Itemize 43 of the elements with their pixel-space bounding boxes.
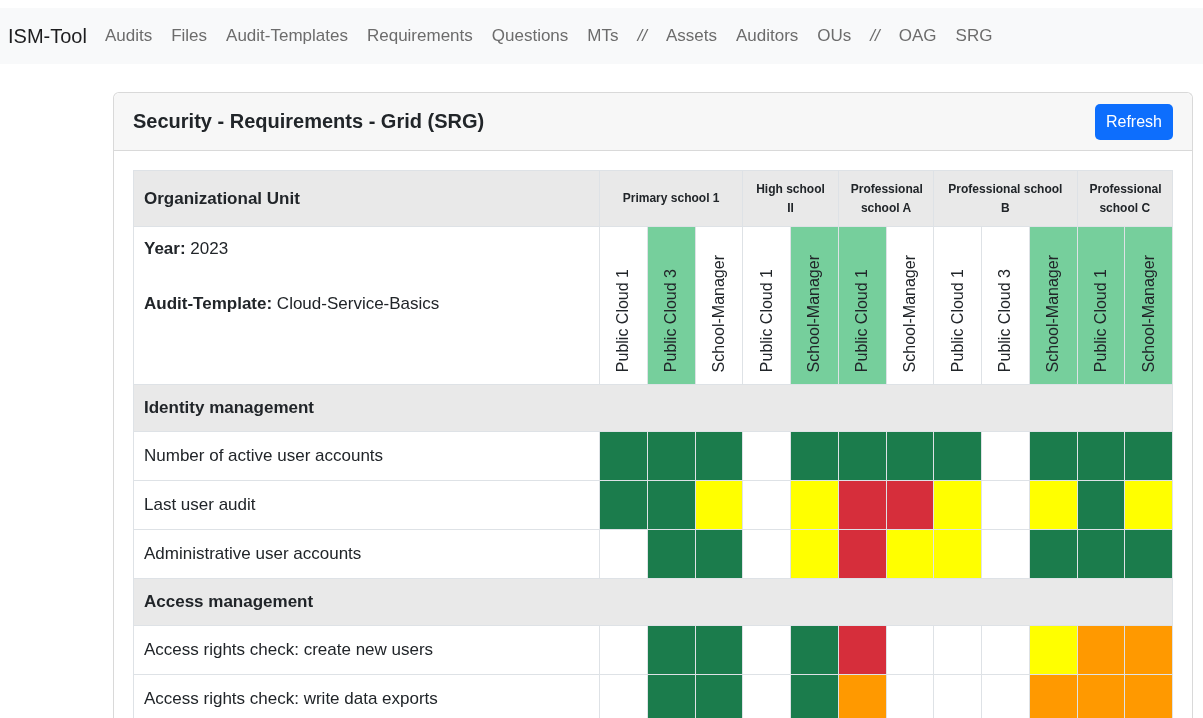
nav-link[interactable]: OAG xyxy=(898,26,937,46)
column-header-cell: Public Cloud 1 xyxy=(1077,226,1125,385)
nav-link[interactable]: Auditors xyxy=(736,26,799,46)
group-header-cell: Professional school A xyxy=(838,170,934,227)
refresh-button[interactable]: Refresh xyxy=(1094,103,1173,140)
nav-link[interactable]: Questions xyxy=(491,26,569,46)
nav-link[interactable]: Audit-Templates xyxy=(226,26,348,46)
nav-link[interactable]: OUs xyxy=(817,26,852,46)
requirement-cell: Administrative user accounts xyxy=(133,529,600,579)
nav-link[interactable]: Requirements xyxy=(366,26,473,46)
column-header-cell: Public Cloud 3 xyxy=(647,226,695,385)
info-text: Audit-Template: Cloud-Service-Basics xyxy=(144,294,441,314)
column-header-cell: Public Cloud 1 xyxy=(933,226,982,385)
group-header-cell: Primary school 1 xyxy=(599,170,743,227)
section-header-cell: Access management xyxy=(133,578,1173,626)
requirement-cell: Last user audit xyxy=(133,480,600,530)
nav-link[interactable]: Files xyxy=(171,26,208,46)
card-title: Security - Requirements - Grid (SRG) xyxy=(133,110,485,133)
requirement-cell: Access rights check: create new users xyxy=(133,625,600,675)
nav-link[interactable]: Assets xyxy=(665,26,717,46)
nav-separator: // xyxy=(870,26,880,46)
nav-link[interactable]: MTs xyxy=(587,26,619,46)
requirement-cell: Number of active user accounts xyxy=(133,431,600,481)
requirement-cell: Access rights check: write data exports xyxy=(133,674,600,718)
column-header-cell: Public Cloud 1 xyxy=(742,226,791,385)
group-header-cell: Professional school C xyxy=(1077,170,1173,227)
nav-separator: // xyxy=(637,26,647,46)
info-text: Year: 2023 xyxy=(144,239,230,259)
column-header-cell: School-Manager xyxy=(1124,226,1173,385)
column-header-cell: School-Manager xyxy=(886,226,934,385)
column-header-cell: School-Manager xyxy=(790,226,839,385)
column-header-cell: School-Manager xyxy=(695,226,743,385)
column-header-cell: School-Manager xyxy=(1029,226,1077,385)
group-header-cell: High school II xyxy=(742,170,839,227)
section-header-cell: Identity management xyxy=(133,384,1173,432)
nav-link[interactable]: Audits xyxy=(104,26,153,46)
group-header-cell: Professional school B xyxy=(933,170,1077,227)
brand-link[interactable]: ISM-Tool xyxy=(8,24,87,48)
nav-link[interactable]: SRG xyxy=(955,26,993,46)
table-header-cell: Organizational Unit xyxy=(133,170,600,227)
column-header-cell: Public Cloud 1 xyxy=(838,226,886,385)
column-header-cell: Public Cloud 1 xyxy=(599,226,648,385)
column-header-cell: Public Cloud 3 xyxy=(981,226,1030,385)
